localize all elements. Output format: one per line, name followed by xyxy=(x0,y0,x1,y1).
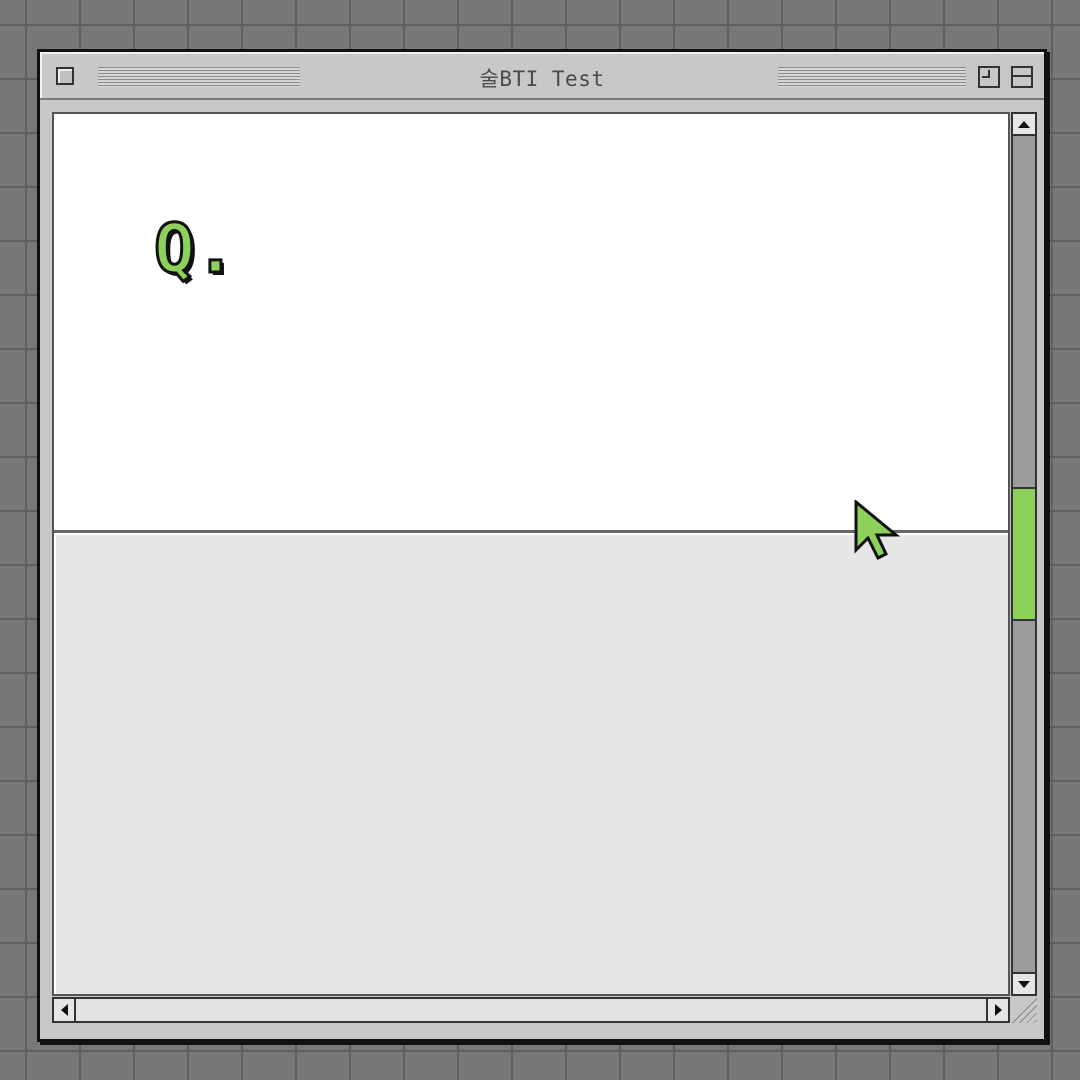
scroll-left-button[interactable] xyxy=(54,999,76,1021)
vertical-scroll-thumb[interactable] xyxy=(1013,487,1035,621)
resize-grip-icon[interactable] xyxy=(1011,997,1037,1023)
vertical-scrollbar[interactable] xyxy=(1011,112,1037,996)
mouse-pointer-icon xyxy=(854,500,901,560)
arrow-left-icon xyxy=(60,1004,68,1016)
arrow-right-icon xyxy=(994,1004,1002,1016)
title-bar-stripes-right xyxy=(778,67,966,87)
question-panel: Q. xyxy=(54,114,1008,533)
close-box-icon[interactable] xyxy=(56,67,74,85)
title-bar[interactable]: 술BTI Test xyxy=(40,52,1044,100)
zoom-box-icon[interactable] xyxy=(978,66,1000,88)
arrow-up-icon xyxy=(1018,120,1030,128)
window-title: 술BTI Test xyxy=(479,67,605,91)
scroll-right-button[interactable] xyxy=(986,999,1008,1021)
arrow-down-icon xyxy=(1018,980,1030,988)
scroll-down-button[interactable] xyxy=(1013,972,1035,994)
answer-panel[interactable] xyxy=(54,533,1008,994)
title-bar-stripes-left xyxy=(98,67,300,87)
horizontal-scrollbar[interactable] xyxy=(52,997,1010,1023)
question-label: Q. xyxy=(153,210,238,289)
collapse-box-icon[interactable] xyxy=(1011,66,1033,88)
scroll-up-button[interactable] xyxy=(1013,114,1035,136)
